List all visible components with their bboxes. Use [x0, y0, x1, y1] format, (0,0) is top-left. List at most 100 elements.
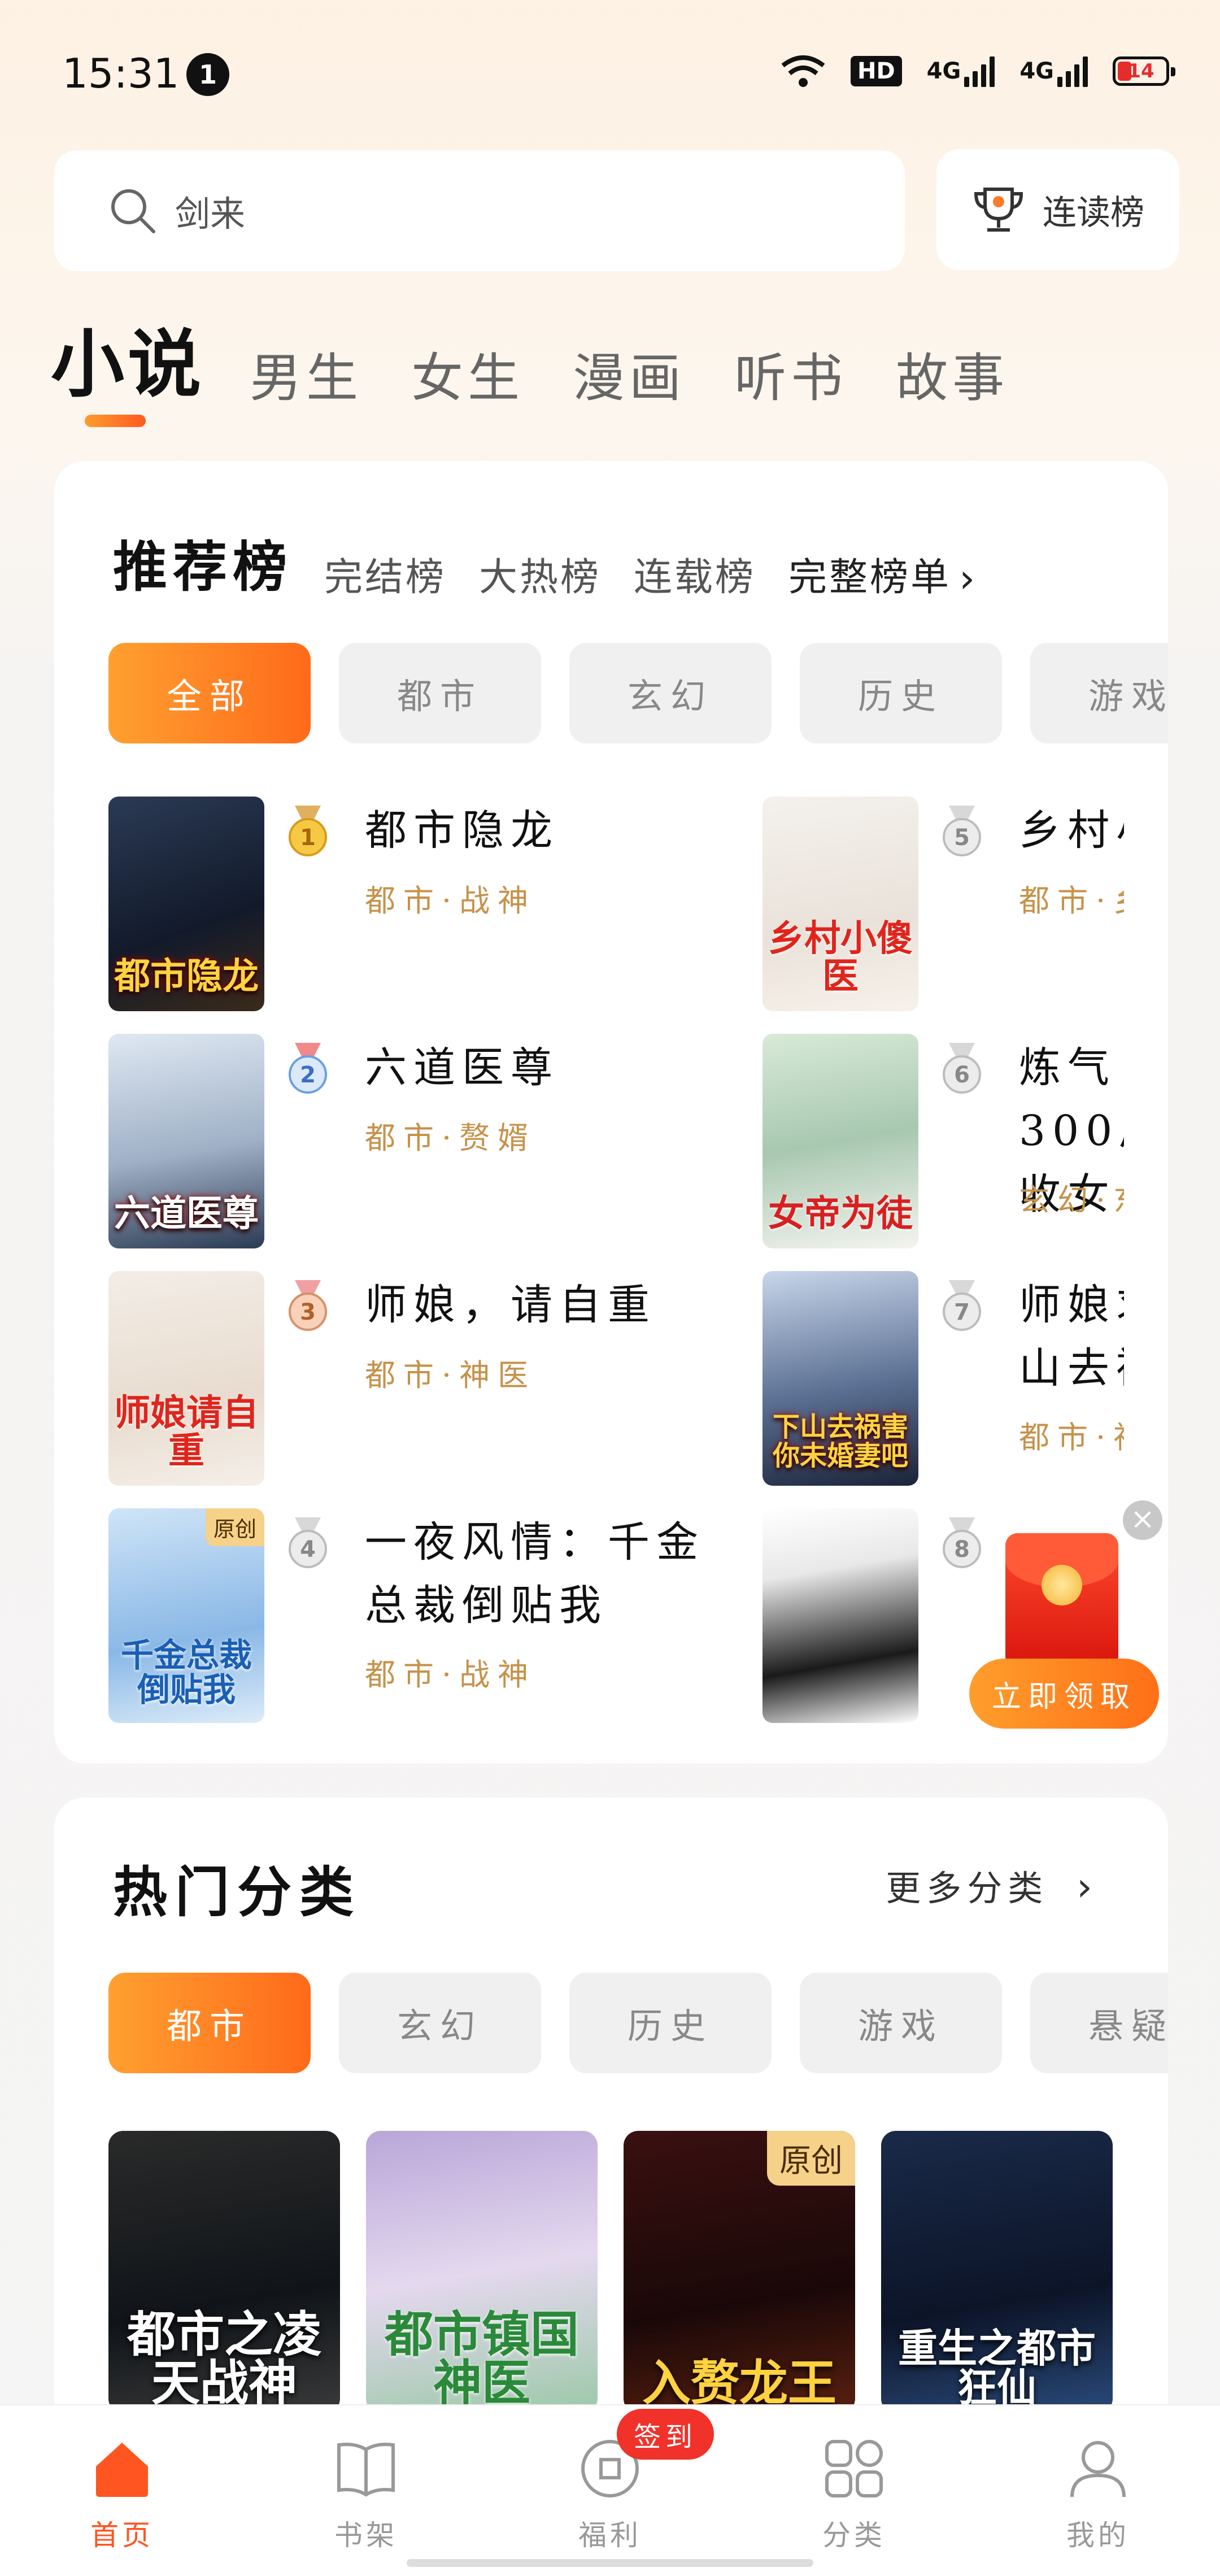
close-icon[interactable]: × [1123, 1500, 1162, 1540]
rank-number: 4 [300, 1537, 316, 1563]
rank-medal-icon: 7 [941, 1280, 983, 1332]
more-categories-link[interactable]: 更多分类 › [886, 1860, 1098, 1911]
signal-icon-2: 4G [1019, 51, 1088, 92]
nav-mine[interactable]: 我的 [976, 2405, 1220, 2576]
rank-number: 8 [954, 1537, 970, 1563]
reading-rank-label: 连读榜 [1043, 193, 1144, 233]
rank-number: 3 [300, 1299, 316, 1325]
network-type-2: 4G [1019, 58, 1054, 84]
book-cover[interactable]: 乡村小傻医 [762, 797, 918, 1011]
active-tab-indicator [85, 415, 146, 427]
battery-icon: 14 [1113, 56, 1175, 86]
book-meta: 都市·神 [1019, 1420, 1124, 1455]
book-title[interactable]: 乡村小 [1019, 799, 1124, 862]
rank-header: 推荐榜 完结榜 大热榜 连载榜 完整榜单 › [113, 523, 975, 602]
tab-female[interactable]: 女生 [411, 336, 524, 411]
list-item[interactable]: 女帝为徒 6 炼气300局收女 玄幻·东 [762, 1034, 1124, 1248]
sign-in-badge[interactable]: 签到 [617, 2409, 714, 2460]
book-title[interactable]: 都市隐龙 [365, 799, 726, 862]
list-item[interactable]: 乡村小傻医 5 乡村小 都市·乡 [762, 797, 1124, 1011]
book-cover[interactable]: 师娘请自重 [108, 1271, 264, 1486]
nav-category[interactable]: 分类 [732, 2405, 976, 2576]
book-cover[interactable] [762, 1508, 918, 1723]
book-cover[interactable]: 都市镇国神医 [366, 2131, 598, 2413]
full-list-link[interactable]: 完整榜单 [788, 546, 951, 602]
claim-button[interactable]: 立即领取 [969, 1659, 1159, 1729]
cover-title: 六道医尊 [114, 1192, 259, 1235]
rank-number: 7 [954, 1299, 970, 1325]
search-icon [111, 189, 155, 233]
rank-title[interactable]: 推荐榜 [113, 523, 293, 602]
nav-home[interactable]: 首页 [0, 2405, 244, 2576]
book-title[interactable]: 六道医尊 [365, 1036, 726, 1099]
red-packet-icon[interactable] [1005, 1533, 1118, 1669]
nav-label: 福利 [578, 2519, 642, 2552]
rank-filter-pills: 全部 都市 玄幻 历史 游戏 [108, 643, 1168, 743]
book-cover[interactable]: 六道医尊 [108, 1034, 264, 1248]
nav-bookshelf[interactable]: 书架 [244, 2405, 488, 2576]
cover-title: 入赘龙王 [642, 2355, 836, 2412]
nav-label: 首页 [90, 2519, 154, 2552]
tab-novel[interactable]: 小说 [51, 305, 204, 411]
tab-male[interactable]: 男生 [250, 336, 363, 411]
hot-pill-urban[interactable]: 都市 [108, 1973, 311, 2073]
tab-audiobook[interactable]: 听书 [734, 336, 847, 411]
book-cover[interactable]: 都市隐龙 [108, 797, 264, 1011]
book-title[interactable]: 师娘，请自重 [365, 1273, 726, 1337]
search-placeholder: 剑来 [175, 193, 246, 234]
book-cover[interactable]: 重生之都市狂仙 [881, 2131, 1113, 2413]
hot-pill-mystery[interactable]: 悬疑 [1030, 1973, 1168, 2073]
chevron-right-icon[interactable]: › [959, 555, 975, 602]
hot-pill-history[interactable]: 历史 [569, 1973, 772, 2073]
rank-tab-hot[interactable]: 大热榜 [479, 546, 601, 602]
book-cover[interactable]: 原创 千金总裁倒贴我 [108, 1508, 264, 1723]
status-icons: HD 4G 4G 14 [781, 51, 1175, 92]
list-item[interactable]: 六道医尊 2 六道医尊 都市·赘婿 [108, 1034, 764, 1248]
list-item[interactable]: 原创 千金总裁倒贴我 4 一夜风情：千金总裁倒贴我 都市·战神 [108, 1508, 764, 1723]
book-meta: 都市·乡 [1019, 883, 1124, 919]
search-input[interactable]: 剑来 [54, 150, 905, 271]
rank-tab-serial[interactable]: 连载榜 [634, 546, 756, 602]
network-type: 4G [926, 58, 961, 84]
book-cover[interactable]: 女帝为徒 [762, 1034, 918, 1248]
hot-book-row: 都市之凌天战神 都市镇国神医 原创 入赘龙王 重生之都市狂仙 [108, 2131, 1113, 2413]
filter-pill-fantasy[interactable]: 玄幻 [569, 643, 772, 743]
book-cover[interactable]: 原创 入赘龙王 [624, 2131, 855, 2413]
list-item[interactable]: 下山去祸害你未婚妻吧 7 师娘求山去祸 都市·神 [762, 1271, 1124, 1486]
list-item[interactable]: 都市隐龙 1 都市隐龙 都市·战神 [108, 797, 764, 1011]
status-bar: 15:31 1 HD 4G 4G 14 [0, 0, 1220, 136]
rank-number: 1 [300, 825, 316, 851]
bottom-nav: 首页 书架 福利 分类 我的 [0, 2404, 1220, 2576]
book-title[interactable]: 一夜风情：千金总裁倒贴我 [365, 1511, 726, 1637]
cover-title: 都市隐龙 [114, 955, 259, 998]
notification-badge: 1 [186, 53, 229, 96]
cover-title: 千金总裁倒贴我 [120, 1636, 252, 1709]
rank-tab-completed[interactable]: 完结榜 [324, 546, 446, 602]
hot-pill-game[interactable]: 游戏 [800, 1973, 1002, 2073]
home-indicator[interactable] [407, 2559, 813, 2567]
list-item[interactable]: 师娘请自重 3 师娘，请自重 都市·神医 [108, 1271, 764, 1486]
filter-pill-all[interactable]: 全部 [108, 643, 311, 743]
book-cover[interactable]: 下山去祸害你未婚妻吧 [762, 1271, 918, 1486]
filter-pill-urban[interactable]: 都市 [339, 643, 541, 743]
book-title[interactable]: 师娘求山去祸 [1019, 1273, 1124, 1400]
cover-title: 都市镇国神医 [385, 2306, 579, 2412]
filter-pill-history[interactable]: 历史 [800, 643, 1002, 743]
cover-title: 都市之凌天战神 [127, 2306, 321, 2412]
reading-rank-button[interactable]: 连读榜 [936, 149, 1179, 270]
book-cover[interactable]: 都市之凌天战神 [108, 2131, 340, 2413]
book-icon [337, 2443, 395, 2497]
trophy-icon [974, 188, 1023, 232]
rank-medal-icon: 2 [287, 1043, 329, 1095]
tab-comic[interactable]: 漫画 [573, 336, 686, 411]
filter-pill-game[interactable]: 游戏 [1030, 643, 1168, 743]
cover-title: 乡村小傻医 [768, 917, 913, 998]
tab-story[interactable]: 故事 [896, 336, 1009, 411]
hot-pill-fantasy[interactable]: 玄幻 [339, 1973, 541, 2073]
nav-label: 我的 [1066, 2519, 1130, 2552]
hot-categories-title: 热门分类 [113, 1861, 361, 1924]
book-meta: 都市·战神 [365, 883, 537, 919]
category-tabs: 小说 男生 女生 漫画 听书 故事 [51, 305, 1057, 411]
cover-title: 下山去祸害你未婚妻吧 [772, 1411, 908, 1472]
grid-icon [825, 2440, 883, 2497]
